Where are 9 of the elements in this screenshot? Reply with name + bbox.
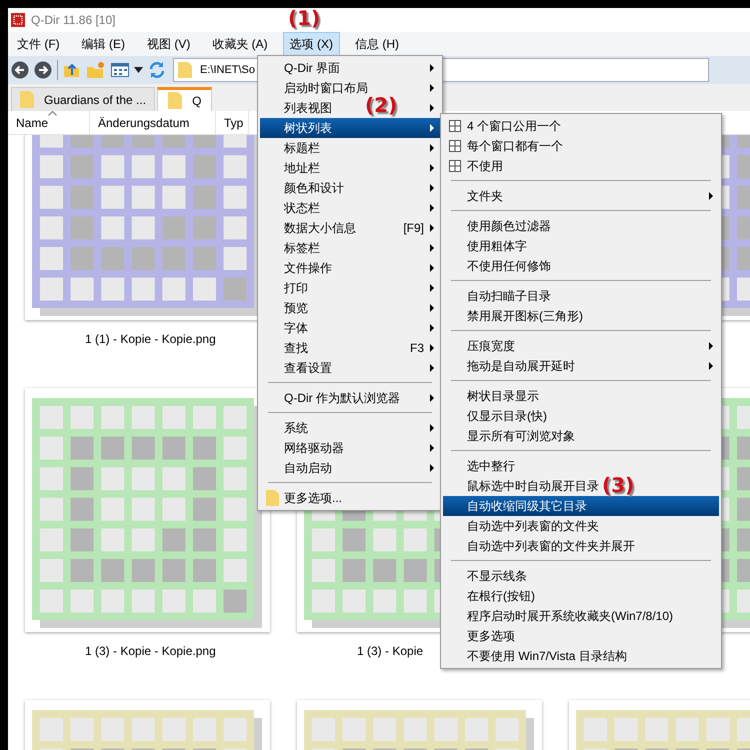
file-name: 1 (1) - Kopie - Kopie.png bbox=[85, 332, 216, 348]
file-name: 1 (3) - Kopie - Kopie.png bbox=[85, 644, 216, 660]
file-name: 1 (3) - Kopie bbox=[357, 644, 424, 660]
shortcut-label: [F9] bbox=[403, 221, 424, 235]
window-title: Q-Dir 11.86 [10] bbox=[31, 13, 116, 27]
shortcut-label: F3 bbox=[410, 341, 424, 355]
annotation-label: (3) bbox=[602, 475, 634, 495]
annotation-label: (2) bbox=[365, 95, 398, 115]
annotation-label: (1) bbox=[288, 8, 320, 28]
